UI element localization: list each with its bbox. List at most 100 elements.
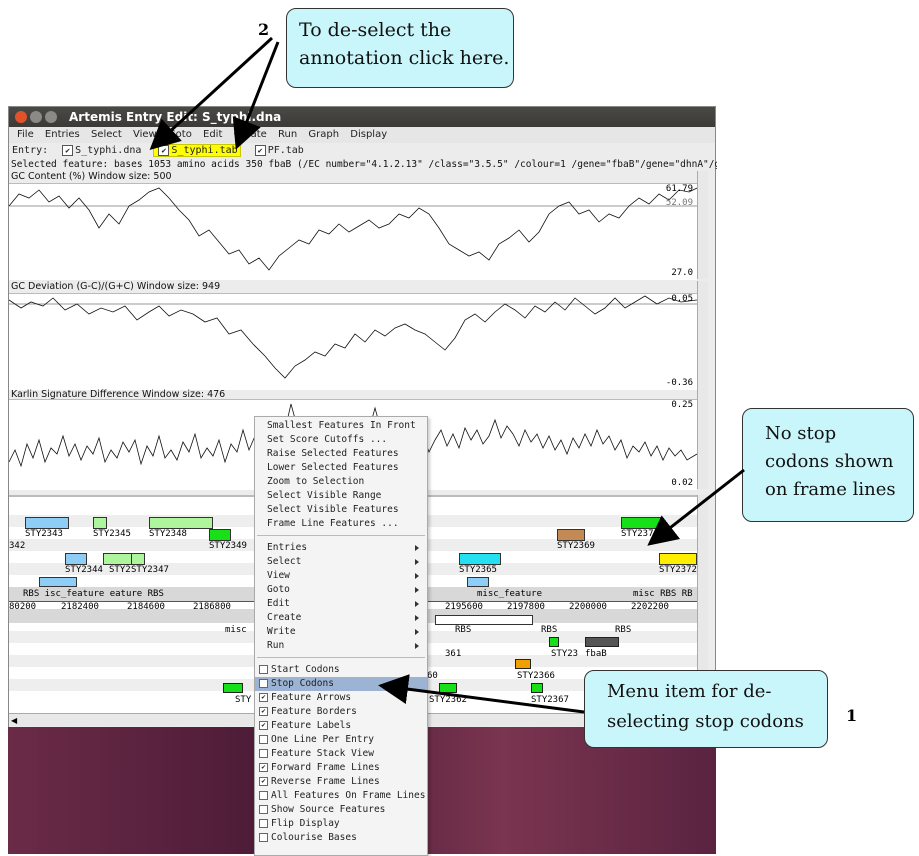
checkbox-icon: ✔ xyxy=(259,721,268,730)
entry-s-typhi-tab[interactable]: ✔ S_typhi.tab xyxy=(153,144,241,157)
menu-item-start-codons[interactable]: Start Codons xyxy=(255,663,427,677)
menu-item-show-source-features[interactable]: Show Source Features xyxy=(255,803,427,817)
callout-stop-codons-menu: Menu item for de- selecting stop codons xyxy=(584,670,828,748)
menu-item-all-features-frame-lines[interactable]: All Features On Frame Lines xyxy=(255,789,427,803)
feature-sty2344[interactable] xyxy=(65,553,87,565)
step-number-2: 2 xyxy=(258,20,270,39)
karlin-scrollbar[interactable] xyxy=(697,389,708,489)
submenu-select[interactable]: Select xyxy=(255,555,427,569)
menu-item-colourise-bases[interactable]: Colourise Bases xyxy=(255,831,427,845)
feature-sty2369[interactable] xyxy=(557,529,585,541)
submenu-arrow-icon xyxy=(415,587,419,593)
coord-label: 2195600 xyxy=(445,602,483,612)
menu-item-select-visible[interactable]: Select Visible Features xyxy=(255,503,427,517)
menu-item-raise-features[interactable]: Raise Selected Features xyxy=(255,447,427,461)
menu-item-flip-display[interactable]: Flip Display xyxy=(255,817,427,831)
checkbox-icon xyxy=(259,791,268,800)
feature-label: STY23 xyxy=(551,649,579,659)
submenu-entries[interactable]: Entries xyxy=(255,541,427,555)
checkbox-icon xyxy=(259,833,268,842)
feature-label: STY2369 xyxy=(557,541,595,551)
menu-graph[interactable]: Graph xyxy=(308,127,339,143)
menu-item-feature-arrows[interactable]: ✔ Feature Arrows xyxy=(255,691,427,705)
feature-green-3[interactable] xyxy=(531,683,543,693)
menu-goto[interactable]: Goto xyxy=(168,127,192,143)
feature-rbs-group[interactable] xyxy=(39,577,77,587)
feature-sty2347[interactable] xyxy=(131,553,145,565)
feature-sty2343[interactable] xyxy=(25,517,69,529)
menu-item-forward-frame-lines[interactable]: ✔ Forward Frame Lines xyxy=(255,761,427,775)
menu-create[interactable]: Create xyxy=(234,127,267,143)
feature-label: STY xyxy=(235,695,252,705)
feature-sty2349[interactable] xyxy=(209,529,231,541)
feature-sty2348[interactable] xyxy=(149,517,213,529)
gc-scrollbar[interactable] xyxy=(697,171,708,279)
minimize-window-icon[interactable] xyxy=(30,111,42,123)
gc-content-plot: 61.79 52.09 27.0 xyxy=(9,183,697,280)
menu-entries[interactable]: Entries xyxy=(45,127,80,143)
submenu-create[interactable]: Create xyxy=(255,611,427,625)
feature-white[interactable] xyxy=(435,615,533,625)
menu-item-smallest-features[interactable]: Smallest Features In Front xyxy=(255,419,427,433)
feature-fbab[interactable] xyxy=(585,637,619,647)
checkbox-icon: ✔ xyxy=(259,763,268,772)
feature-green-2[interactable] xyxy=(439,683,457,693)
feature-label: fbaB xyxy=(585,649,607,659)
menu-file[interactable]: File xyxy=(17,127,34,143)
feature-orange[interactable] xyxy=(515,659,531,669)
feature-sty2371[interactable] xyxy=(621,517,661,529)
callout-deselect-annotation: To de-select the annotation click here. xyxy=(286,8,514,88)
feature-green-small[interactable] xyxy=(549,637,559,647)
selected-feature-bar: Selected feature: bases 1053 amino acids… xyxy=(11,159,717,170)
feature-sty2346[interactable] xyxy=(103,553,133,565)
menu-item-lower-features[interactable]: Lower Selected Features xyxy=(255,461,427,475)
karlin-max: 0.25 xyxy=(671,400,693,410)
callout-no-stop-codons: No stop codons shown on frame lines xyxy=(742,408,914,522)
checkbox-icon[interactable]: ✔ xyxy=(62,144,74,156)
menu-item-feature-borders[interactable]: ✔ Feature Borders xyxy=(255,705,427,719)
menu-item-reverse-frame-lines[interactable]: ✔ Reverse Frame Lines xyxy=(255,775,427,789)
menu-item-one-line-per-entry[interactable]: One Line Per Entry xyxy=(255,733,427,747)
scroll-left-icon[interactable]: ◀ xyxy=(11,716,17,725)
menu-run[interactable]: Run xyxy=(278,127,297,143)
menu-item-feature-stack-view[interactable]: Feature Stack View xyxy=(255,747,427,761)
submenu-write[interactable]: Write xyxy=(255,625,427,639)
submenu-edit[interactable]: Edit xyxy=(255,597,427,611)
entry-pf-tab[interactable]: ✔ PF.tab xyxy=(253,144,304,156)
menu-item-stop-codons[interactable]: Stop Codons xyxy=(255,677,427,691)
feature-label: STY2348 xyxy=(149,529,187,539)
entry-s-typhi-dna[interactable]: ✔ S_typhi.dna xyxy=(60,144,141,156)
menu-item-zoom-selection[interactable]: Zoom to Selection xyxy=(255,475,427,489)
submenu-arrow-icon xyxy=(415,629,419,635)
menu-item-score-cutoffs[interactable]: Set Score Cutoffs ... xyxy=(255,433,427,447)
checkbox-icon[interactable]: ✔ xyxy=(158,144,170,156)
feature-label: STY2365 xyxy=(459,565,497,575)
submenu-run[interactable]: Run xyxy=(255,639,427,653)
maximize-window-icon[interactable] xyxy=(45,111,57,123)
rbs-feature-row: RBS isc_feature eature RBS xyxy=(23,589,164,599)
feature-label: 60 xyxy=(427,671,438,681)
feature-misc[interactable] xyxy=(467,577,489,587)
coord-label: 80200 xyxy=(9,602,37,612)
feature-sty2372[interactable] xyxy=(659,553,697,565)
menu-item-feature-labels[interactable]: ✔ Feature Labels xyxy=(255,719,427,733)
menu-item-select-range[interactable]: Select Visible Range xyxy=(255,489,427,503)
feature-green-4[interactable] xyxy=(223,683,243,693)
menu-select[interactable]: Select xyxy=(91,127,122,143)
submenu-arrow-icon xyxy=(415,615,419,621)
feature-sty2345[interactable] xyxy=(93,517,107,529)
checkbox-icon: ✔ xyxy=(259,693,268,702)
submenu-goto[interactable]: Goto xyxy=(255,583,427,597)
close-window-icon[interactable] xyxy=(15,111,27,123)
feature-sty2365[interactable] xyxy=(459,553,501,565)
submenu-view[interactable]: View xyxy=(255,569,427,583)
checkbox-icon[interactable]: ✔ xyxy=(254,144,266,156)
karlin-min: 0.02 xyxy=(671,478,693,488)
menu-item-frame-line-features[interactable]: Frame Line Features ... xyxy=(255,517,427,531)
menu-display[interactable]: Display xyxy=(350,127,387,143)
gcdev-scrollbar[interactable] xyxy=(697,281,708,389)
checkbox-icon: ✔ xyxy=(259,777,268,786)
menu-view[interactable]: View xyxy=(133,127,157,143)
menu-edit[interactable]: Edit xyxy=(203,127,222,143)
submenu-arrow-icon xyxy=(415,559,419,565)
